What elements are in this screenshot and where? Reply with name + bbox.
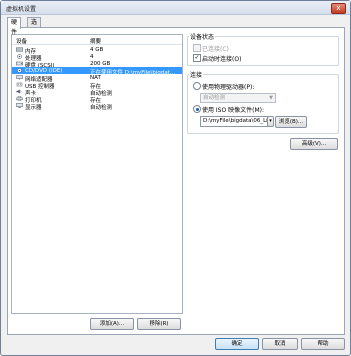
cd-dvd-icon [17,68,22,73]
title-bar: 虚拟机设置 x [1,1,350,15]
memory-icon [16,47,23,52]
physical-drive-select[interactable]: 自动检测 ▼ [200,93,276,103]
add-device-button[interactable]: 添加(A)... [90,318,134,330]
harddisk-icon [16,61,23,66]
device-summary: NAT [90,74,101,81]
connection-title: 连接 [189,70,204,79]
device-row-processor[interactable]: 处理器 4 [12,53,182,62]
device-name: CD/DVD (IDE) [25,67,63,74]
device-row-cd-dvd[interactable]: CD/DVD (IDE) 正在使用文件 D:\myFile\bigdat... [12,67,182,76]
iso-path-input[interactable]: D:\myFile\bigdata\06_Linux\ [200,116,268,127]
cancel-button[interactable]: 取消 [262,338,298,350]
iso-image-label: 使用 ISO 映像文件(M): [202,107,264,114]
tab-hardware[interactable]: 硬件 [7,17,22,36]
monitor-icon [16,103,23,108]
device-row-sound[interactable]: 声卡 自动检测 [12,88,182,97]
device-row-monitor[interactable]: 显示器 自动检测 [12,102,182,111]
window-title: 虚拟机设置 [6,6,37,13]
remove-device-button[interactable]: 移除(R) [137,318,181,330]
printer-icon [16,96,23,101]
device-row-network[interactable]: 网络适配器 NAT [12,74,182,83]
device-row-printer[interactable]: 打印机 存在 [12,95,182,104]
usb-icon [16,82,23,87]
connect-on-power-label: 启动时连接(O) [202,56,242,63]
chevron-down-icon: ▾ [269,118,272,124]
physical-drive-value: 自动检测 [203,95,226,101]
device-summary: 自动检测 [90,104,113,111]
device-summary: 4 [90,53,94,60]
iso-image-radio[interactable] [193,105,201,113]
device-row-usb[interactable]: USB 控制器 存在 [12,81,182,90]
column-device: 设备 [16,39,28,45]
advanced-button[interactable]: 高级(V)... [290,138,338,150]
device-list-header: 设备 摘要 [12,35,182,45]
connected-label: 已连接(C) [202,46,229,53]
device-name: 显示器 [25,104,42,111]
help-button[interactable]: 帮助 [301,338,345,350]
physical-drive-radio[interactable] [193,82,201,90]
device-summary: 200 GB [90,60,111,67]
ok-button[interactable]: 确定 [215,338,259,350]
device-row-harddisk[interactable]: 硬盘 (SCSI) 200 GB [12,60,182,69]
network-adapter-icon [16,75,23,80]
connect-on-power-checkbox[interactable]: ✓ [193,54,201,62]
device-row-memory[interactable]: 内存 4 GB [12,46,182,55]
column-summary: 摘要 [90,39,102,45]
chevron-down-icon: ▼ [269,95,273,101]
device-list: 设备 摘要 内存 4 GB 处理器 4 硬盘 (SCSI) 200 GB CD/… [11,34,183,314]
device-summary: 4 GB [90,46,104,53]
browse-button[interactable]: 浏览(B)... [275,116,307,128]
close-button[interactable]: x [331,3,346,14]
connected-checkbox[interactable] [193,44,201,52]
sound-card-icon [16,89,22,94]
iso-path-dropdown[interactable]: ▾ [267,116,274,127]
physical-drive-label: 使用物理驱动器(P): [202,84,255,91]
processor-icon [17,54,22,59]
device-status-title: 设备状态 [189,32,216,41]
